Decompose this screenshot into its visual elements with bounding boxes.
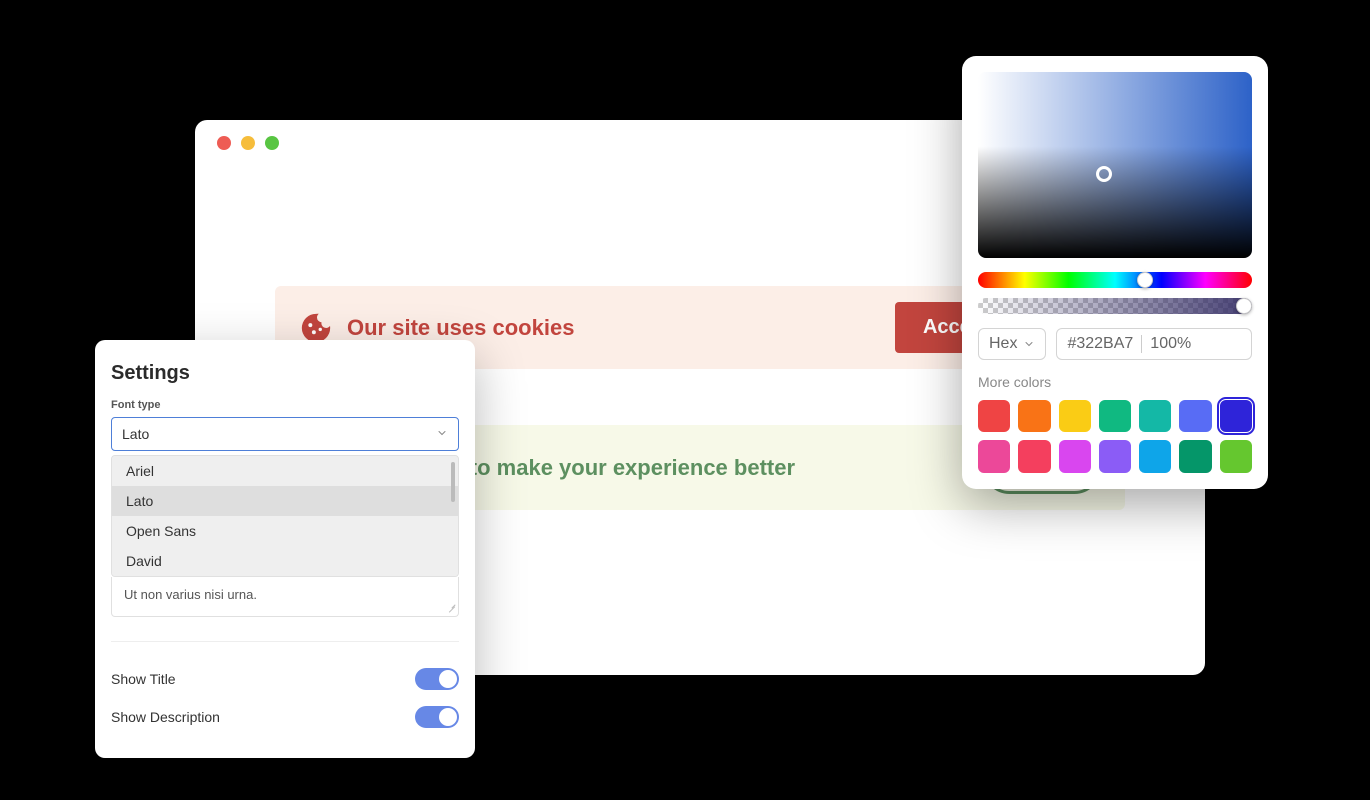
font-option[interactable]: Ariel [112,456,458,486]
hex-code: #322BA7 [1067,335,1133,353]
color-value-row: Hex #322BA7 100% [978,328,1252,360]
color-swatch[interactable] [1220,440,1252,472]
show-description-row: Show Description [111,698,459,736]
settings-panel: Settings Font type Lato Ariel Lato Open … [95,340,475,758]
divider [111,641,459,642]
more-colors-label: More colors [978,374,1252,390]
color-swatch[interactable] [1179,440,1211,472]
show-description-toggle[interactable] [415,706,459,728]
color-swatch[interactable] [1059,440,1091,472]
minimize-window-icon[interactable] [241,136,255,150]
settings-title: Settings [111,362,459,385]
swatch-grid [978,400,1252,473]
show-title-label: Show Title [111,671,176,687]
color-value-input[interactable]: #322BA7 100% [1056,328,1252,360]
color-swatch[interactable] [1179,400,1211,432]
font-type-label: Font type [111,399,459,411]
color-swatch[interactable] [1018,400,1050,432]
color-swatch[interactable] [1220,400,1252,432]
close-window-icon[interactable] [217,136,231,150]
color-swatch[interactable] [1059,400,1091,432]
show-title-toggle[interactable] [415,668,459,690]
color-swatch[interactable] [1139,440,1171,472]
hue-slider[interactable] [978,272,1252,288]
font-option[interactable]: David [112,546,458,576]
font-dropdown: Ariel Lato Open Sans David [111,455,459,577]
color-mode-select[interactable]: Hex [978,328,1046,360]
color-swatch[interactable] [1139,400,1171,432]
color-swatch[interactable] [978,440,1010,472]
font-select-value: Lato [122,426,149,442]
dropdown-scrollbar[interactable] [451,462,455,502]
resize-handle-icon[interactable] [444,602,454,612]
cookie-banner-title: Our site uses cookies [347,315,574,341]
maximize-window-icon[interactable] [265,136,279,150]
color-picker-panel: Hex #322BA7 100% More colors [962,56,1268,489]
opacity-value: 100% [1150,335,1191,353]
color-gradient-area[interactable] [978,72,1252,258]
description-textarea[interactable]: Ut non varius nisi urna. [111,577,459,617]
chevron-down-icon [1023,338,1035,350]
color-swatch[interactable] [1018,440,1050,472]
alpha-slider[interactable] [978,298,1252,314]
show-title-row: Show Title [111,660,459,698]
color-swatch[interactable] [1099,440,1131,472]
font-option[interactable]: Open Sans [112,516,458,546]
chevron-down-icon [436,426,448,442]
hue-thumb[interactable] [1137,272,1153,288]
font-option[interactable]: Lato [112,486,458,516]
alpha-thumb[interactable] [1236,298,1252,314]
show-description-label: Show Description [111,709,220,725]
color-mode-value: Hex [989,335,1017,353]
gradient-cursor-icon[interactable] [1096,166,1112,182]
font-select[interactable]: Lato [111,417,459,451]
textarea-content: Ut non varius nisi urna. [124,587,257,602]
color-swatch[interactable] [1099,400,1131,432]
separator [1141,335,1142,353]
color-swatch[interactable] [978,400,1010,432]
